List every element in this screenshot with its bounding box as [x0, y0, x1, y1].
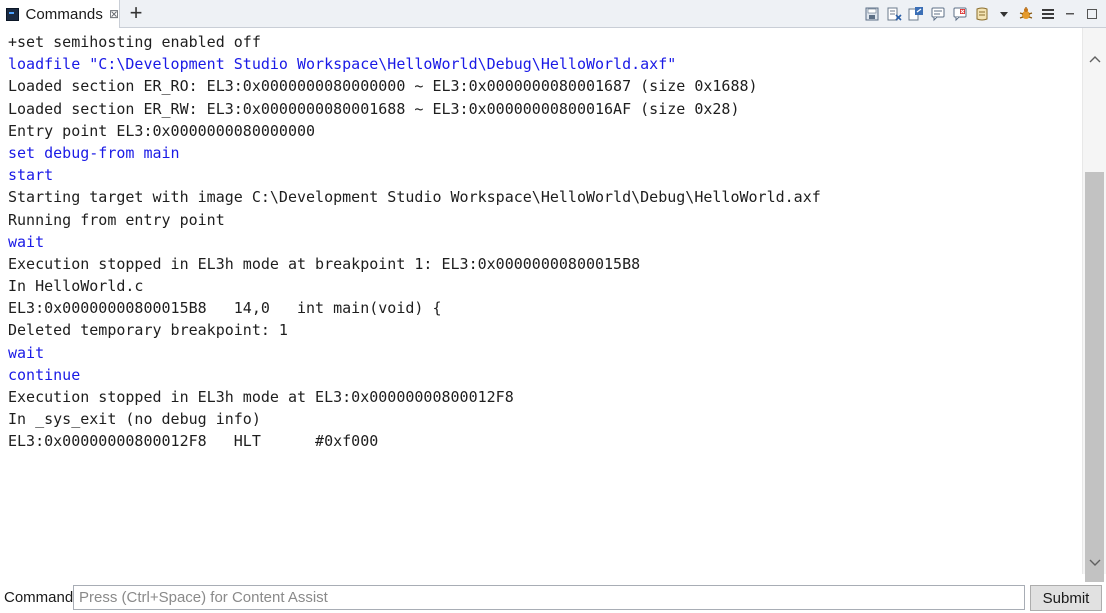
console-command-line: wait: [8, 343, 45, 362]
console-command-line: loadfile "C:\Development Studio Workspac…: [8, 55, 677, 74]
add-tab-button[interactable]: +: [125, 1, 147, 25]
dropdown-arrow-icon[interactable]: [996, 6, 1012, 22]
maximize-icon[interactable]: [1084, 6, 1100, 22]
console-output-line: +set semihosting enabled off: [8, 33, 261, 51]
script-run-icon[interactable]: [952, 6, 968, 22]
console-output-line: EL3:0x00000000800015B8 14,0 int main(voi…: [8, 299, 442, 318]
console-output-line: Deleted temporary breakpoint: 1: [8, 321, 288, 340]
console-output[interactable]: +set semihosting enabled off loadfile "C:…: [8, 31, 1082, 571]
console-command-line: start: [8, 166, 54, 185]
scrollbar-thumb[interactable]: [1085, 172, 1104, 582]
history-icon[interactable]: [974, 6, 990, 22]
close-tab-icon[interactable]: ⊠: [109, 7, 119, 21]
debug-icon[interactable]: [1018, 6, 1034, 22]
command-bar: Command: Submit: [0, 583, 1106, 613]
console-output-line: Entry point EL3:0x0000000080000000: [8, 121, 316, 140]
commands-view: Commands ⊠ + +set semihosting enabled of…: [0, 0, 1106, 613]
command-input[interactable]: [73, 585, 1025, 610]
console-output-line: Running from entry point: [8, 210, 225, 229]
tab-label: Commands: [25, 5, 103, 23]
console-output-line: In HelloWorld.c: [8, 277, 144, 296]
console-output-line: EL3:0x00000000800012F8 HLT #0xf000: [8, 432, 379, 451]
console-output-line: Execution stopped in EL3h mode at EL3:0x…: [8, 388, 514, 406]
save-log-icon[interactable]: [864, 6, 880, 22]
scroll-up-icon[interactable]: [1083, 48, 1106, 70]
view-tab-bar: Commands ⊠ +: [0, 0, 1106, 28]
console-output-line: Starting target with image C:\Developmen…: [8, 188, 821, 207]
terminal-icon: [6, 7, 20, 21]
view-toolbar: [864, 4, 1100, 24]
command-label: Command:: [4, 589, 78, 606]
new-script-icon[interactable]: [930, 6, 946, 22]
console-output-line: Loaded section ER_RW: EL3:0x000000008000…: [8, 99, 740, 118]
console-output-line: In _sys_exit (no debug info): [8, 410, 261, 429]
console-command-line: wait: [8, 232, 45, 251]
console-command-line: continue: [8, 365, 81, 384]
submit-button[interactable]: Submit: [1030, 585, 1102, 611]
menu-icon[interactable]: [1040, 6, 1056, 22]
tab-commands[interactable]: Commands ⊠: [0, 0, 120, 28]
export-icon[interactable]: [908, 6, 924, 22]
console-scrollbar[interactable]: [1082, 28, 1106, 582]
console-output-line: Loaded section ER_RO: EL3:0x000000008000…: [8, 77, 758, 96]
clear-console-icon[interactable]: [886, 6, 902, 22]
minimize-icon[interactable]: [1062, 6, 1078, 22]
scroll-down-icon[interactable]: [1083, 552, 1106, 574]
console-output-line: Execution stopped in EL3h mode at breakp…: [8, 254, 641, 273]
console-command-line: set debug-from main: [8, 143, 180, 162]
